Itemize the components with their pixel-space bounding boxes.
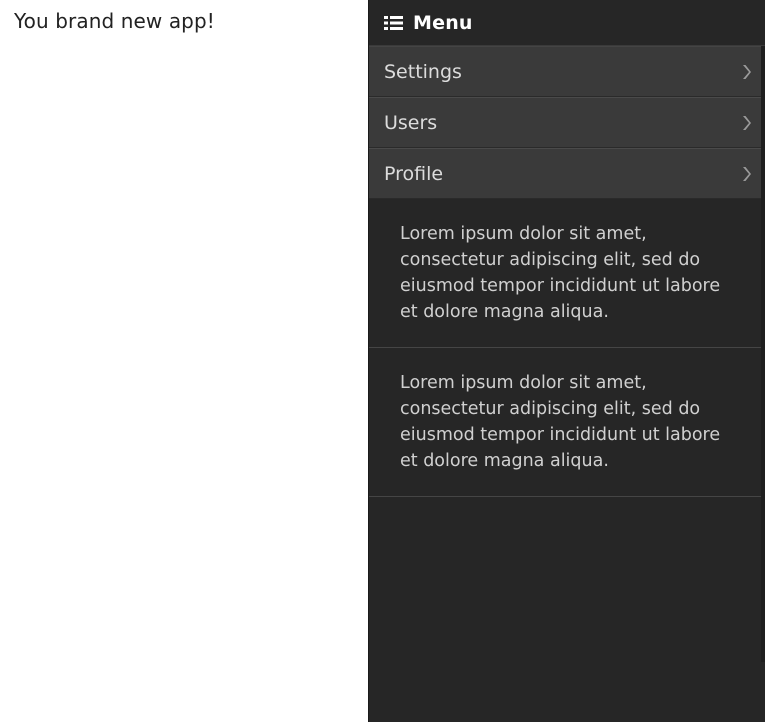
panel-scroll-track[interactable]: [761, 46, 765, 662]
menu-item-settings-label: Settings: [384, 60, 462, 83]
menu-item-users-label: Users: [384, 111, 438, 134]
list-icon: [384, 15, 403, 31]
chevron-right-icon: [741, 166, 751, 182]
menu-item-users[interactable]: Users: [369, 97, 765, 148]
menu-item-profile[interactable]: Profile: [369, 148, 765, 199]
menu-title: Menu: [413, 11, 473, 34]
menu-paragraph: Lorem ipsum dolor sit amet, consectetur …: [369, 348, 765, 497]
chevron-right-icon: [741, 115, 751, 131]
menu-header: Menu: [369, 0, 765, 46]
main-welcome-text: You brand new app!: [14, 9, 215, 33]
menu-item-settings[interactable]: Settings: [369, 46, 765, 97]
menu-list: Settings Users Profile: [369, 46, 765, 199]
menu-item-profile-label: Profile: [384, 162, 444, 185]
menu-paragraph: Lorem ipsum dolor sit amet, consectetur …: [369, 199, 765, 348]
app-root: You brand new app! Menu Settings Users P…: [0, 0, 765, 722]
chevron-right-icon: [741, 64, 751, 80]
main-content: You brand new app!: [0, 0, 368, 722]
side-menu-panel: Menu Settings Users Profile Lorem ipsum …: [368, 0, 765, 722]
